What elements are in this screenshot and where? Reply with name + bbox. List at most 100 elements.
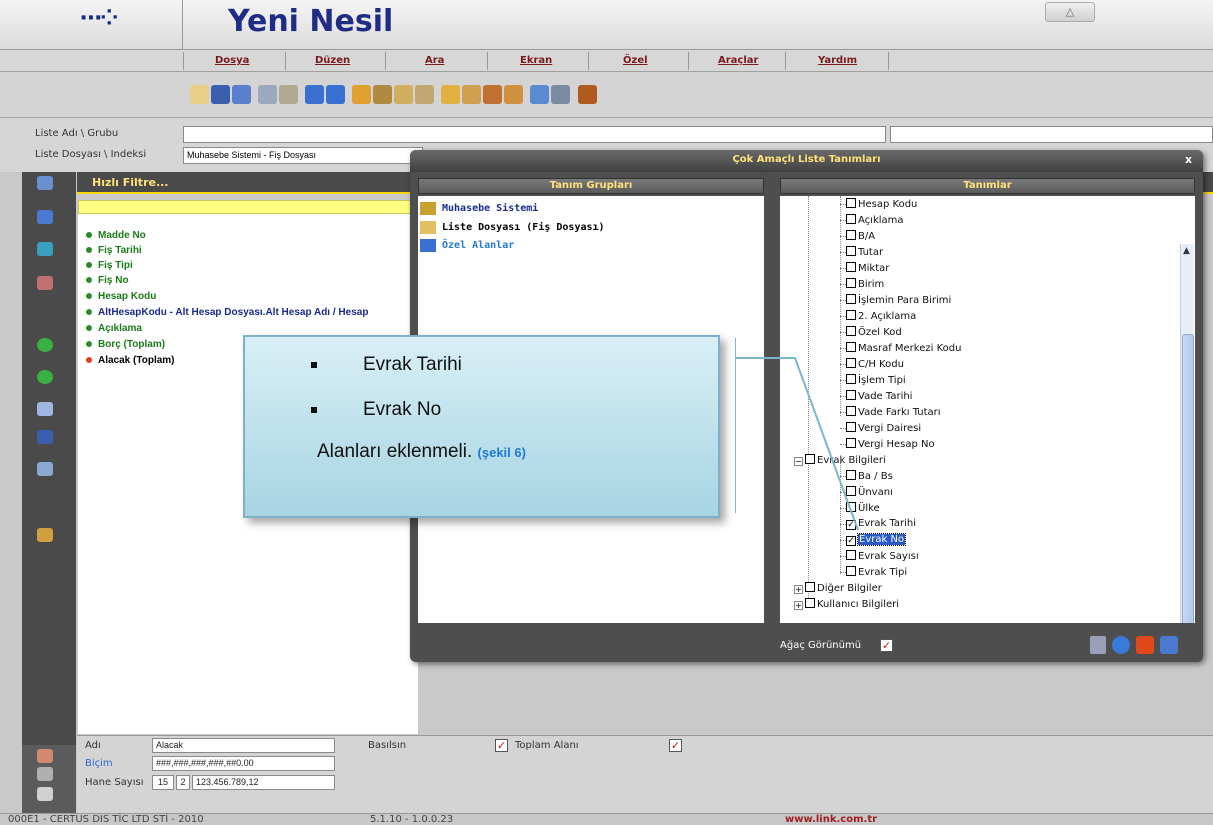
tree-item[interactable]: İşlemin Para Birimi xyxy=(840,294,951,306)
list-item[interactable]: Fiş Tipi xyxy=(86,260,133,271)
menu-araclar[interactable]: Araçlar xyxy=(718,55,758,66)
database-icon[interactable] xyxy=(1160,636,1178,654)
checkbox[interactable] xyxy=(846,230,856,240)
checkbox[interactable]: ✓ xyxy=(846,536,856,546)
save-icon[interactable] xyxy=(37,430,53,444)
tree-item[interactable]: Özel Kod xyxy=(840,326,902,338)
group-muhasebe[interactable]: Muhasebe Sistemi xyxy=(442,203,538,214)
checkbox[interactable] xyxy=(846,246,856,256)
bicim-input[interactable]: ###,###,###,###,##0.00 xyxy=(152,756,335,771)
list-item[interactable]: Açıklama xyxy=(86,323,142,334)
group-ozel-alanlar[interactable]: Özel Alanlar xyxy=(442,240,514,251)
liste-grubu-input[interactable] xyxy=(890,126,1213,143)
expand-icon[interactable]: + xyxy=(794,601,803,610)
checkbox[interactable] xyxy=(846,550,856,560)
scroll-up-icon[interactable]: ▲ xyxy=(1183,246,1193,256)
scroll-thumb[interactable] xyxy=(1182,334,1194,623)
grid-icon[interactable] xyxy=(37,176,53,190)
print-icon[interactable] xyxy=(530,85,549,104)
menu-ozel[interactable]: Özel xyxy=(623,55,648,66)
adi-input[interactable]: Alacak xyxy=(152,738,335,753)
move-down-icon[interactable] xyxy=(37,370,53,384)
paste-icon[interactable] xyxy=(37,276,53,290)
window-icon[interactable] xyxy=(551,85,570,104)
undo-icon[interactable] xyxy=(305,85,324,104)
tree-item[interactable]: Açıklama xyxy=(840,214,904,226)
list-item[interactable]: Borç (Toplam) xyxy=(86,339,165,350)
menu-dosya[interactable]: Dosya xyxy=(215,55,249,66)
menu-duzen[interactable]: Düzen xyxy=(315,55,350,66)
list-item[interactable]: AltHesapKodu - Alt Hesap Dosyası.Alt Hes… xyxy=(86,307,368,318)
checkbox[interactable] xyxy=(805,598,815,608)
save-icon[interactable] xyxy=(211,85,230,104)
search-icon[interactable] xyxy=(37,462,53,476)
checkbox[interactable] xyxy=(846,198,856,208)
tree-group-diger[interactable]: + Diğer Bilgiler xyxy=(794,582,882,594)
find-replace-icon[interactable] xyxy=(279,85,298,104)
checkbox[interactable] xyxy=(846,214,856,224)
tree-item[interactable]: Birim xyxy=(840,278,884,290)
move-up-icon[interactable] xyxy=(37,338,53,352)
tree-item[interactable]: Evrak Tipi xyxy=(840,566,907,578)
list-item[interactable]: Hesap Kodu xyxy=(86,291,156,302)
agac-gorunumu-checkbox[interactable]: ✓ xyxy=(880,639,893,652)
liste-adi-input[interactable] xyxy=(183,126,886,143)
tree-group-kullanici[interactable]: + Kullanıcı Bilgileri xyxy=(794,598,899,610)
delete-icon[interactable] xyxy=(1136,636,1154,654)
liste-dosyasi-input[interactable]: Muhasebe Sistemi - Fiş Dosyası xyxy=(183,147,423,164)
close-button[interactable]: x xyxy=(1185,153,1192,166)
sort-icon[interactable] xyxy=(37,402,53,416)
list-item[interactable]: Madde No xyxy=(86,230,146,241)
tree-item[interactable]: Miktar xyxy=(840,262,889,274)
hand-icon[interactable] xyxy=(373,85,392,104)
filter-icon[interactable] xyxy=(352,85,371,104)
checkbox[interactable] xyxy=(846,310,856,320)
checkbox[interactable] xyxy=(846,326,856,336)
ondalik-input[interactable]: 2 xyxy=(176,775,190,790)
database-icon[interactable] xyxy=(232,85,251,104)
exit-icon[interactable] xyxy=(578,85,597,104)
tree-item[interactable]: ✓ Evrak No xyxy=(840,533,907,546)
scrollbar[interactable]: ▲ ▼ xyxy=(1180,244,1194,623)
confirm-icon[interactable] xyxy=(1112,636,1130,654)
home-icon[interactable] xyxy=(394,85,413,104)
list-item[interactable]: Fiş No xyxy=(86,275,129,286)
edit-icon[interactable] xyxy=(415,85,434,104)
checkbox[interactable] xyxy=(805,582,815,592)
edit-icon[interactable] xyxy=(37,528,53,542)
new-icon[interactable] xyxy=(190,85,209,104)
quick-filter-label[interactable]: Hızlı Filtre... xyxy=(92,176,168,189)
list-item[interactable]: Fiş Tarihi xyxy=(86,245,142,256)
checkbox[interactable] xyxy=(846,294,856,304)
toplam-alani-checkbox[interactable]: ✓ xyxy=(669,739,682,752)
hane-sayisi-input[interactable]: 15 xyxy=(152,775,174,790)
brush-icon[interactable] xyxy=(37,749,53,763)
tree-item[interactable]: Evrak Sayısı xyxy=(840,550,919,562)
folder-icon[interactable] xyxy=(37,210,53,224)
search-icon[interactable] xyxy=(258,85,277,104)
basilsin-checkbox[interactable]: ✓ xyxy=(495,739,508,752)
tools-icon[interactable] xyxy=(483,85,502,104)
filter-input[interactable] xyxy=(78,200,418,214)
pencil-icon[interactable] xyxy=(1090,636,1106,654)
grid-icon[interactable] xyxy=(37,787,53,801)
tree-item[interactable]: Tutar xyxy=(840,246,883,258)
window-restore-button[interactable]: △ xyxy=(1045,2,1095,22)
menu-ekran[interactable]: Ekran xyxy=(520,55,552,66)
menu-yardim[interactable]: Yardım xyxy=(818,55,857,66)
calendar-icon[interactable] xyxy=(462,85,481,104)
group-liste-dosyasi[interactable]: Liste Dosyası (Fiş Dosyası) xyxy=(442,222,605,233)
checkbox[interactable] xyxy=(846,278,856,288)
menu-ara[interactable]: Ara xyxy=(425,55,444,66)
tree-item[interactable]: B/A xyxy=(840,230,875,242)
monitor-icon[interactable] xyxy=(37,767,53,781)
expand-icon[interactable]: + xyxy=(794,585,803,594)
redo-icon[interactable] xyxy=(326,85,345,104)
checkbox[interactable] xyxy=(846,566,856,576)
tree-item[interactable]: 2. Açıklama xyxy=(840,310,916,322)
report-icon[interactable] xyxy=(441,85,460,104)
copy-icon[interactable] xyxy=(37,242,53,256)
puzzle-icon[interactable] xyxy=(504,85,523,104)
website-link[interactable]: www.link.com.tr xyxy=(785,814,877,825)
list-item[interactable]: Alacak (Toplam) xyxy=(86,355,175,366)
